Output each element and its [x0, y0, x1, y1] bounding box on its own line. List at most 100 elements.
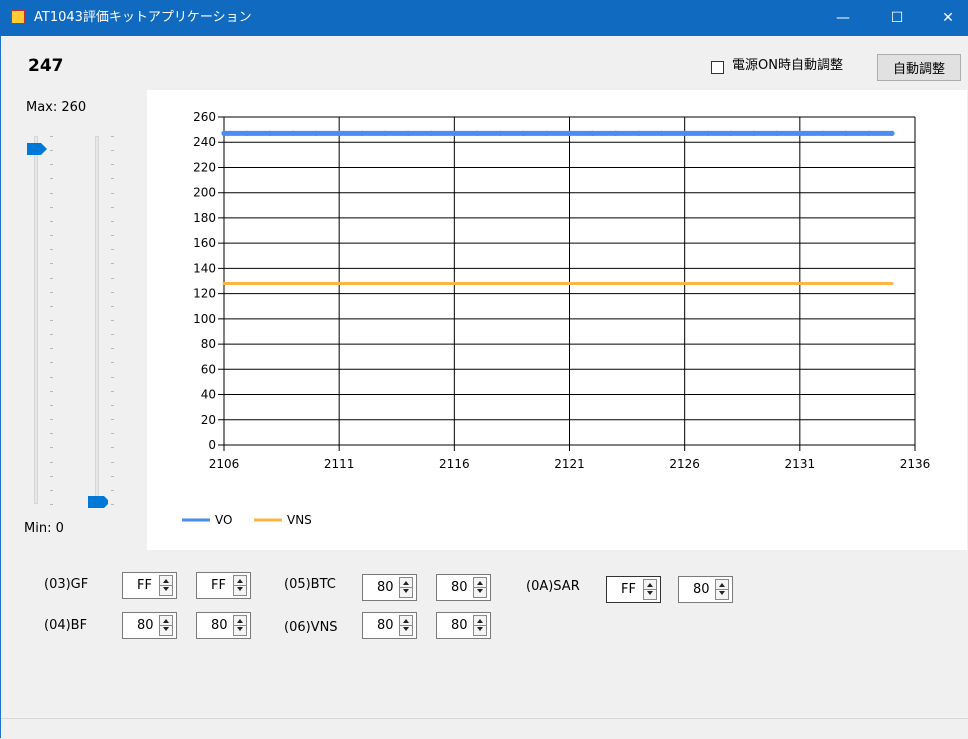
vo-point: [774, 130, 780, 136]
slider-tick: [50, 461, 53, 463]
register-sar-value-1[interactable]: FF: [606, 576, 661, 603]
spin-arrows-icon[interactable]: [399, 577, 413, 598]
register-btc-value-1[interactable]: 80: [362, 574, 417, 601]
slider-tick: [111, 277, 114, 279]
vo-point: [359, 130, 365, 136]
slider-tick: [50, 277, 53, 279]
auto-adjust-button[interactable]: 自動調整: [877, 54, 961, 81]
spin-value: 80: [693, 582, 710, 597]
spin-arrows-icon[interactable]: [233, 615, 247, 636]
slider-tick: [111, 390, 114, 392]
slider-tick: [111, 404, 114, 406]
vo-point: [221, 130, 227, 136]
slider-tick: [50, 404, 53, 406]
spin-arrows-icon[interactable]: [643, 579, 657, 600]
slider-tick: [50, 178, 53, 180]
spin-arrows-icon[interactable]: [159, 615, 173, 636]
y-tick-label: 60: [201, 362, 216, 376]
spin-arrows-icon[interactable]: [399, 615, 413, 636]
right-slider-thumb[interactable]: [88, 496, 108, 508]
slider-tick: [50, 376, 53, 378]
slider-tick: [50, 433, 53, 435]
y-tick-label: 100: [193, 312, 216, 326]
y-tick-label: 40: [201, 388, 216, 402]
vo-point: [382, 130, 388, 136]
slider-tick: [50, 334, 53, 336]
app-icon: [11, 10, 25, 24]
legend-label-vns: VNS: [287, 513, 312, 527]
y-tick-label: 240: [193, 135, 216, 149]
register-gf-value-1[interactable]: FF: [122, 572, 177, 599]
vo-point: [474, 130, 480, 136]
slider-tick: [50, 192, 53, 194]
minimize-button[interactable]: —: [820, 0, 866, 36]
spin-arrows-icon[interactable]: [715, 579, 729, 600]
slider-tick: [50, 320, 53, 321]
register-bf-value-1[interactable]: 80: [122, 612, 177, 639]
y-tick-label: 200: [193, 186, 216, 200]
vo-point: [336, 130, 342, 136]
close-button[interactable]: ✕: [928, 0, 968, 36]
register-btc-value-2[interactable]: 80: [436, 574, 491, 601]
slider-tick: [50, 235, 53, 237]
register-bf-value-2[interactable]: 80: [196, 612, 251, 639]
spin-arrows-icon[interactable]: [473, 577, 487, 598]
left-slider-track[interactable]: [34, 136, 38, 504]
line-chart: 0 20 40 60 80 100 120 140 160 180 200 220 240 260 2106…: [182, 110, 931, 527]
current-value-display: 247: [28, 56, 64, 76]
register-vns-value-2[interactable]: 80: [436, 612, 491, 639]
register-vns-value-1[interactable]: 80: [362, 612, 417, 639]
auto-on-power-label[interactable]: 電源ON時自動調整: [732, 57, 843, 75]
slider-tick: [111, 447, 114, 449]
slider-tick: [50, 220, 53, 222]
slider-tick: [111, 192, 114, 194]
left-slider-thumb[interactable]: [27, 143, 47, 156]
spin-value: FF: [137, 578, 152, 593]
vo-point: [428, 130, 434, 136]
y-tick-label: 260: [193, 110, 216, 124]
auto-on-power-checkbox[interactable]: [711, 61, 724, 74]
window-border: [0, 36, 1, 738]
window-title: AT1043評価キットアプリケーション: [34, 10, 252, 25]
spin-value: FF: [211, 578, 226, 593]
spin-arrows-icon[interactable]: [473, 615, 487, 636]
spin-value: 80: [377, 580, 394, 595]
vo-point: [612, 130, 619, 136]
register-gf-value-2[interactable]: FF: [196, 572, 251, 599]
spin-arrows-icon[interactable]: [233, 575, 247, 596]
register-sar-label: (0A)SAR: [526, 579, 580, 594]
y-tick-label: 120: [193, 287, 216, 301]
slider-tick: [50, 390, 53, 392]
slider-min-label: Min: 0: [24, 521, 64, 536]
register-bf-label: (04)BF: [44, 618, 88, 633]
register-sar-value-2[interactable]: 80: [678, 576, 733, 603]
x-tick-label: 2131: [785, 457, 816, 471]
slider-tick: [50, 348, 53, 350]
vo-point: [659, 130, 665, 136]
register-vns-label: (06)VNS: [284, 620, 338, 635]
x-tick-label: 2136: [900, 457, 931, 471]
vo-point: [290, 130, 296, 136]
slider-tick: [111, 433, 114, 435]
vo-point: [405, 130, 411, 136]
spin-value: 80: [451, 580, 468, 595]
slider-tick: [50, 206, 53, 208]
slider-tick: [50, 164, 53, 166]
right-slider-track[interactable]: [95, 136, 99, 504]
maximize-button[interactable]: ☐: [874, 0, 920, 36]
slider-tick: [50, 504, 53, 505]
vo-point: [497, 130, 503, 136]
slider-tick: [111, 305, 114, 307]
slider-tick: [111, 362, 114, 364]
spin-arrows-icon[interactable]: [159, 575, 173, 596]
slider-tick: [111, 235, 114, 237]
vo-point: [589, 130, 596, 136]
register-btc-label: (05)BTC: [284, 577, 336, 592]
vo-point: [728, 130, 734, 136]
spin-value: 80: [377, 618, 394, 633]
x-tick-label: 2106: [209, 457, 240, 471]
y-tick-label: 140: [193, 261, 216, 275]
spin-value: FF: [621, 582, 636, 597]
y-tick-label: 80: [201, 337, 216, 351]
slider-tick: [50, 150, 53, 152]
